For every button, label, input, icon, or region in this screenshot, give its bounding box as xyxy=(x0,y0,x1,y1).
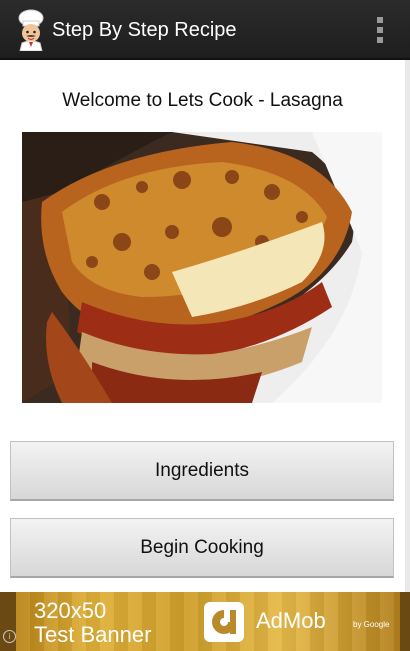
admob-by-google-text: by Google xyxy=(353,620,390,629)
chef-icon[interactable] xyxy=(14,9,48,51)
ad-test-banner-text: Test Banner xyxy=(34,622,152,647)
overflow-menu-icon[interactable] xyxy=(376,17,384,43)
ad-banner[interactable]: 320x50 Test Banner AdMob by Google xyxy=(16,592,400,651)
welcome-text: Welcome to Lets Cook - Lasagna xyxy=(62,90,343,111)
app-title: Step By Step Recipe xyxy=(52,19,237,41)
admob-logo-icon xyxy=(204,602,244,642)
ad-info-icon[interactable]: i xyxy=(3,630,16,643)
ingredients-button[interactable]: Ingredients xyxy=(10,441,394,501)
begin-cooking-button[interactable]: Begin Cooking xyxy=(10,518,394,578)
ad-size-text: 320x50 xyxy=(34,598,107,623)
action-bar: Step By Step Recipe xyxy=(0,0,410,60)
lasagna-photo xyxy=(22,132,382,403)
scroll-edge xyxy=(405,60,410,592)
admob-brand-text: AdMob xyxy=(256,608,326,633)
